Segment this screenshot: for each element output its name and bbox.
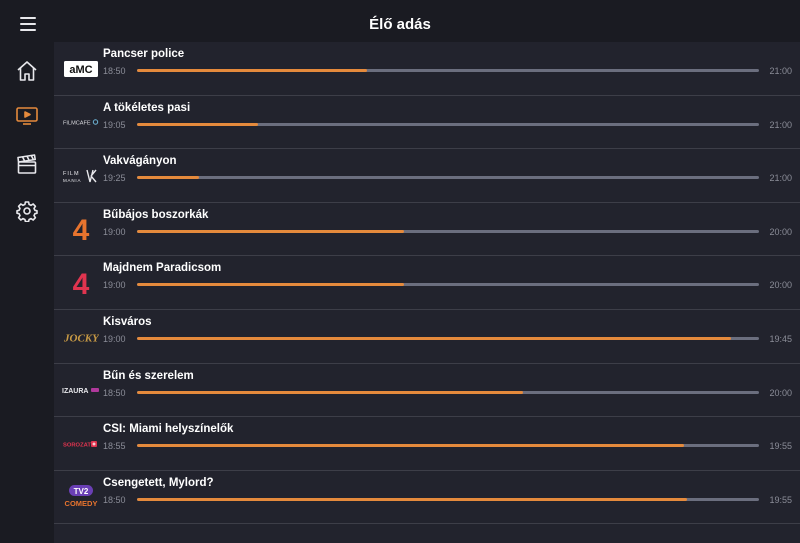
program-title: A tökéletes pasi <box>103 101 191 114</box>
sorozat-logo-text: SOROZAT <box>63 442 91 448</box>
progress-bar <box>137 122 759 126</box>
rtl4-story-logo: 4 <box>60 203 102 256</box>
channel-row[interactable]: aMC Pancser police 18:50 21:00 <box>54 42 800 96</box>
program-title: Csengetett, Mylord? <box>103 476 214 489</box>
start-time: 18:55 <box>103 441 126 452</box>
amc-logo: aMC <box>60 42 102 95</box>
progress-fill <box>137 337 731 340</box>
nav-movies[interactable] <box>13 150 41 178</box>
filmmania-logo: FILM MANIA <box>60 149 102 202</box>
gear-icon <box>16 201 38 222</box>
start-time: 19:00 <box>103 334 126 344</box>
end-time: 21:00 <box>769 66 792 76</box>
end-time: 21:00 <box>769 119 792 130</box>
jocky-logo-text: JOCKY <box>63 332 99 344</box>
filmcafe-logo-text: FILMCAFE <box>63 121 91 127</box>
filmcafe-logo: FILMCAFE <box>60 96 102 149</box>
svg-text:COMEDY: COMEDY <box>65 499 98 508</box>
start-time: 18:50 <box>103 66 126 76</box>
home-icon <box>17 61 37 81</box>
svg-text:FILM: FILM <box>63 171 80 177</box>
start-time: 19:05 <box>103 119 126 130</box>
program-title: Majdnem Paradicsom <box>103 262 222 275</box>
progress-fill <box>137 497 688 501</box>
progress-bar <box>137 229 759 233</box>
progress-fill <box>137 390 523 394</box>
end-time: 19:55 <box>769 441 792 452</box>
progress-bar <box>137 69 759 72</box>
channel-list: aMC Pancser police 18:50 21:00 FILMCAFE … <box>54 42 800 543</box>
progress-fill <box>137 283 405 287</box>
progress-bar <box>137 176 759 180</box>
svg-text:TV2: TV2 <box>74 487 89 496</box>
sorozat-logo: SOROZAT <box>60 417 102 470</box>
program-title: Bűbájos boszorkák <box>103 208 209 221</box>
progress-bar <box>137 283 759 287</box>
program-title: CSI: Miami helyszínelők <box>103 423 234 436</box>
page-title: Élő adás <box>369 16 431 33</box>
program-title: Kisváros <box>103 316 152 328</box>
end-time: 21:00 <box>769 173 792 184</box>
channel-row[interactable]: IZAURA Bűn és szerelem 18:50 20:00 <box>54 364 800 418</box>
progress-fill <box>137 69 368 72</box>
progress-bar <box>137 337 759 340</box>
channel-row[interactable]: SOROZAT CSI: Miami helyszínelők 18:55 19… <box>54 417 800 471</box>
end-time: 20:00 <box>769 387 792 398</box>
progress-fill <box>137 229 405 233</box>
rtl4-logo-text: 4 <box>73 215 90 243</box>
progress-bar <box>137 444 759 448</box>
progress-bar <box>137 390 759 394</box>
sidebar <box>0 42 54 543</box>
end-time: 19:45 <box>769 334 792 344</box>
izaura-logo-text: IZAURA <box>62 388 88 395</box>
end-time: 19:55 <box>769 494 792 505</box>
menu-icon-line <box>20 23 36 25</box>
tv4-logo: 4 <box>60 256 102 309</box>
menu-icon-line <box>20 29 36 31</box>
amc-logo-text: aMC <box>69 64 92 76</box>
channel-row[interactable]: 4 Majdnem Paradicsom 19:00 20:00 <box>54 256 800 310</box>
end-time: 20:00 <box>769 226 792 237</box>
program-title: Vakvágányon <box>103 155 177 168</box>
hamburger-menu-button[interactable] <box>10 10 46 38</box>
izaura-logo: IZAURA <box>60 364 102 417</box>
progress-fill <box>137 122 259 126</box>
nav-home[interactable] <box>13 57 41 85</box>
start-time: 19:25 <box>103 173 126 184</box>
progress-fill <box>137 444 685 448</box>
channel-row[interactable]: FILM MANIA Vakvágányon 19:25 21:00 <box>54 149 800 203</box>
start-time: 18:50 <box>103 387 126 398</box>
channel-row[interactable]: FILMCAFE A tökéletes pasi 19:05 21:00 <box>54 96 800 150</box>
jocky-logo: JOCKY <box>60 310 102 363</box>
svg-text:MANIA: MANIA <box>63 178 81 183</box>
movie-clapper-icon <box>17 154 37 174</box>
tv4-logo-text: 4 <box>73 269 90 297</box>
end-time: 20:00 <box>769 280 792 291</box>
start-time: 19:00 <box>103 226 126 237</box>
menu-icon-line <box>20 17 36 19</box>
start-time: 19:00 <box>103 280 126 291</box>
channel-row[interactable]: 4 Bűbájos boszorkák 19:00 20:00 <box>54 203 800 257</box>
start-time: 18:50 <box>103 494 126 505</box>
nav-live-tv[interactable] <box>13 102 41 130</box>
channel-row[interactable]: TV2 COMEDY Csengetett, Mylord? 18:50 19:… <box>54 471 800 525</box>
nav-settings[interactable] <box>13 197 41 225</box>
progress-bar <box>137 497 759 501</box>
channel-row[interactable]: JOCKY Kisváros 19:00 19:45 <box>54 310 800 364</box>
program-title: Pancser police <box>103 48 185 60</box>
program-title: Bűn és szerelem <box>103 369 194 382</box>
progress-fill <box>137 176 200 180</box>
tv2-comedy-logo: TV2 COMEDY <box>60 471 102 524</box>
live-tv-icon <box>16 107 38 125</box>
